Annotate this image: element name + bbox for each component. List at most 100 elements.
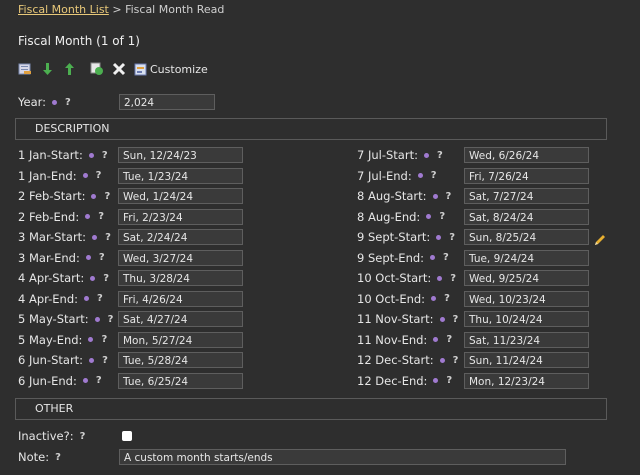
month-label: 6 Jun-Start:	[18, 353, 84, 367]
help-icon[interactable]: ?	[453, 355, 459, 366]
note-label: Note:	[18, 450, 50, 464]
month-row: 9 Sept-End:?	[357, 249, 449, 267]
breadcrumb-link-fiscal-month-list[interactable]: Fiscal Month List	[18, 3, 109, 16]
customize-button[interactable]: Customize	[150, 63, 208, 76]
help-icon[interactable]: ?	[98, 211, 104, 222]
date-field[interactable]: Tue, 1/23/24	[118, 167, 243, 184]
inactive-checkbox[interactable]	[122, 431, 132, 441]
help-icon[interactable]: ?	[103, 273, 109, 284]
note-row: Note: ?	[18, 448, 61, 466]
month-row: 10 Oct-Start:?	[357, 269, 456, 287]
copy-record-icon[interactable]	[90, 62, 104, 76]
date-field[interactable]: Wed, 1/24/24	[118, 188, 243, 204]
required-indicator	[439, 357, 445, 363]
month-row: 6 Jun-Start:?	[18, 351, 108, 369]
year-label: Year:	[18, 95, 47, 109]
required-indicator	[417, 173, 423, 178]
move-up-icon[interactable]	[62, 62, 76, 76]
date-field[interactable]: Sat, 7/27/24	[464, 188, 589, 204]
required-indicator	[88, 337, 94, 342]
help-icon[interactable]: ?	[108, 314, 114, 325]
help-icon[interactable]: ?	[99, 252, 105, 263]
required-indicator	[432, 193, 438, 199]
required-indicator	[423, 152, 429, 158]
edit-record-icon[interactable]	[18, 62, 32, 76]
date-field[interactable]: Wed, 3/27/24	[118, 249, 243, 266]
date-field[interactable]: Wed, 6/26/24	[464, 147, 589, 163]
date-field[interactable]: Sun, 12/24/23	[118, 147, 243, 163]
help-icon[interactable]: ?	[437, 150, 443, 161]
year-field[interactable]: 2,024	[119, 94, 215, 110]
required-indicator	[91, 193, 97, 199]
note-field[interactable]: A custom month starts/ends	[119, 449, 566, 465]
date-field[interactable]: Sat, 2/24/24	[118, 229, 243, 245]
help-icon[interactable]: ?	[446, 191, 452, 202]
month-label: 3 Mar-End:	[18, 250, 80, 265]
date-field[interactable]: Wed, 9/25/24	[464, 270, 589, 286]
date-field[interactable]: Tue, 5/28/24	[118, 352, 243, 368]
month-label: 1 Jan-Start:	[18, 148, 83, 162]
help-icon[interactable]: ?	[431, 170, 437, 181]
date-field[interactable]: Tue, 9/24/24	[464, 249, 589, 266]
date-field[interactable]: Sun, 8/25/24	[464, 229, 589, 245]
required-indicator	[433, 337, 439, 342]
help-icon[interactable]: ?	[65, 97, 71, 108]
help-icon[interactable]: ?	[102, 150, 108, 161]
date-field[interactable]: Sat, 11/23/24	[464, 331, 589, 348]
help-icon[interactable]: ?	[450, 273, 456, 284]
help-icon[interactable]: ?	[55, 452, 61, 463]
help-icon[interactable]: ?	[97, 293, 103, 304]
month-row: 5 May-End:?	[18, 331, 107, 349]
month-row: 11 Nov-Start:?	[357, 310, 458, 328]
month-row: 9 Sept-Start:?	[357, 228, 455, 246]
inactive-row: Inactive?: ?	[18, 427, 85, 445]
date-field[interactable]: Fri, 2/23/24	[118, 208, 243, 225]
date-field[interactable]: Thu, 3/28/24	[118, 270, 243, 286]
month-label: 2 Feb-End:	[18, 209, 80, 224]
required-indicator	[89, 357, 95, 363]
date-field[interactable]: Fri, 4/26/24	[118, 290, 243, 307]
help-icon[interactable]: ?	[449, 232, 455, 243]
month-label: 8 Aug-Start:	[357, 189, 427, 203]
inactive-label: Inactive?:	[18, 429, 74, 443]
month-row: 5 May-Start:?	[18, 310, 113, 328]
help-icon[interactable]: ?	[104, 191, 110, 202]
date-field[interactable]: Wed, 10/23/24	[464, 290, 589, 307]
help-icon[interactable]: ?	[101, 334, 107, 345]
help-icon[interactable]: ?	[96, 375, 102, 386]
date-field[interactable]: Thu, 10/24/24	[464, 311, 589, 327]
help-icon[interactable]: ?	[444, 293, 450, 304]
required-indicator	[437, 275, 443, 281]
help-icon[interactable]: ?	[80, 431, 86, 442]
move-down-icon[interactable]	[40, 62, 54, 76]
breadcrumb-current: Fiscal Month Read	[125, 3, 225, 16]
required-indicator	[92, 234, 98, 240]
date-field[interactable]: Sat, 4/27/24	[118, 311, 243, 327]
month-row: 2 Feb-End:?	[18, 208, 104, 226]
date-field[interactable]: Tue, 6/25/24	[118, 372, 243, 389]
help-icon[interactable]: ?	[102, 355, 108, 366]
required-indicator	[85, 255, 91, 260]
help-icon[interactable]: ?	[446, 375, 452, 386]
date-field[interactable]: Mon, 5/27/24	[118, 331, 243, 348]
customize-icon[interactable]	[134, 62, 148, 76]
required-indicator	[436, 234, 442, 240]
date-field[interactable]: Fri, 7/26/24	[464, 167, 589, 184]
date-field[interactable]: Sat, 8/24/24	[464, 208, 589, 225]
delete-icon[interactable]	[112, 62, 126, 76]
pencil-edit-icon[interactable]	[593, 233, 607, 247]
required-indicator	[82, 173, 88, 178]
help-icon[interactable]: ?	[453, 314, 459, 325]
date-field[interactable]: Mon, 12/23/24	[464, 372, 589, 389]
required-indicator	[84, 296, 90, 301]
date-field[interactable]: Sun, 11/24/24	[464, 352, 589, 368]
help-icon[interactable]: ?	[96, 170, 102, 181]
month-label: 5 May-End:	[18, 332, 83, 347]
help-icon[interactable]: ?	[105, 232, 111, 243]
help-icon[interactable]: ?	[446, 334, 452, 345]
month-label: 4 Apr-End:	[18, 291, 79, 306]
help-icon[interactable]: ?	[443, 252, 449, 263]
required-indicator	[94, 316, 100, 322]
month-label: 7 Jul-End:	[357, 168, 412, 183]
help-icon[interactable]: ?	[439, 211, 445, 222]
